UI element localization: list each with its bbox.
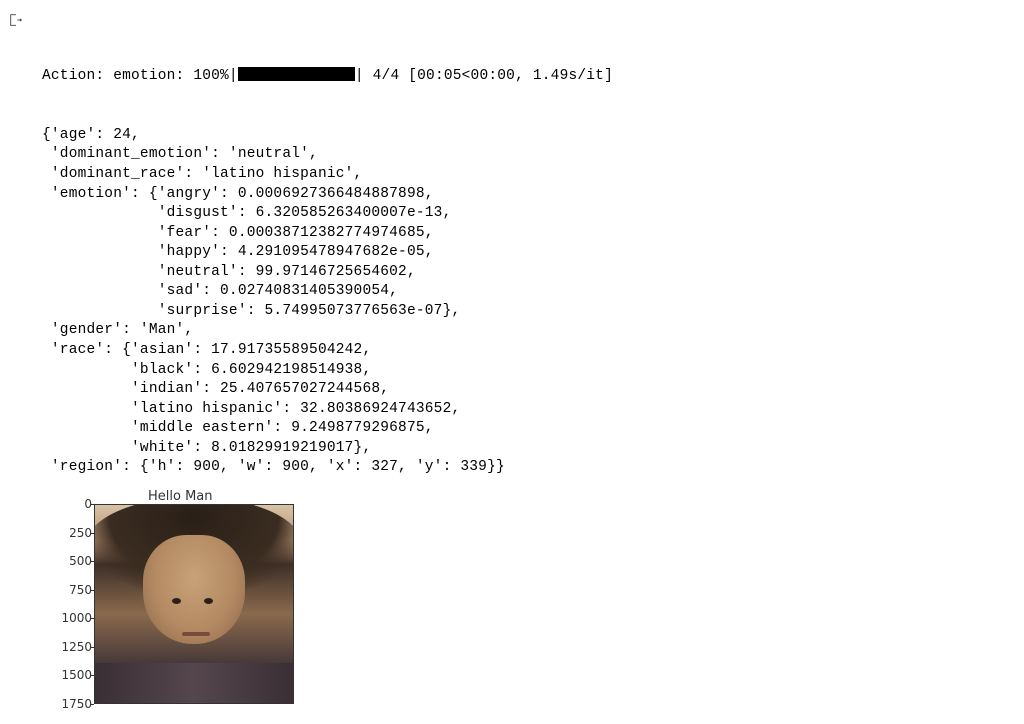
cell-output-icon (8, 12, 24, 28)
y-tick-label: 1750 (52, 696, 92, 712)
y-tick-label: 250 (52, 524, 92, 540)
y-tick-label: 1500 (52, 667, 92, 683)
y-tick-label: 0 (52, 496, 92, 512)
plot-title: Hello Man (148, 488, 213, 506)
progress-bar (238, 67, 355, 81)
y-tick-label: 1250 (52, 639, 92, 655)
y-tick-label: 750 (52, 582, 92, 598)
y-tick-mark (90, 590, 94, 591)
tqdm-progress-line: Action: emotion: 100%| | 4/4 [00:05<00:00… (42, 67, 613, 87)
y-tick-mark (90, 675, 94, 676)
progress-suffix: | 4/4 [00:05<00:00, 1.49s/it] (355, 68, 613, 84)
cell-output: Action: emotion: 100%| | 4/4 [00:05<00:00… (42, 28, 613, 498)
plot-image (94, 504, 294, 704)
pprint-output: {'age': 24, 'dominant_emotion': 'neutral… (42, 126, 613, 478)
y-tick-label: 1000 (52, 610, 92, 626)
previous-line-fragment: image matioos are. (42, 0, 199, 5)
y-tick-mark (90, 533, 94, 534)
y-tick-label: 500 (52, 553, 92, 569)
y-tick-mark (90, 561, 94, 562)
y-tick-mark (90, 704, 94, 705)
matplotlib-figure: Hello Man 0 250 500 750 1000 1250 1500 1750 (40, 484, 300, 724)
y-tick-mark (90, 618, 94, 619)
progress-prefix: Action: emotion: 100%| (42, 68, 238, 84)
y-tick-mark (90, 647, 94, 648)
plot-axes (94, 504, 294, 704)
y-tick-mark (90, 504, 94, 505)
